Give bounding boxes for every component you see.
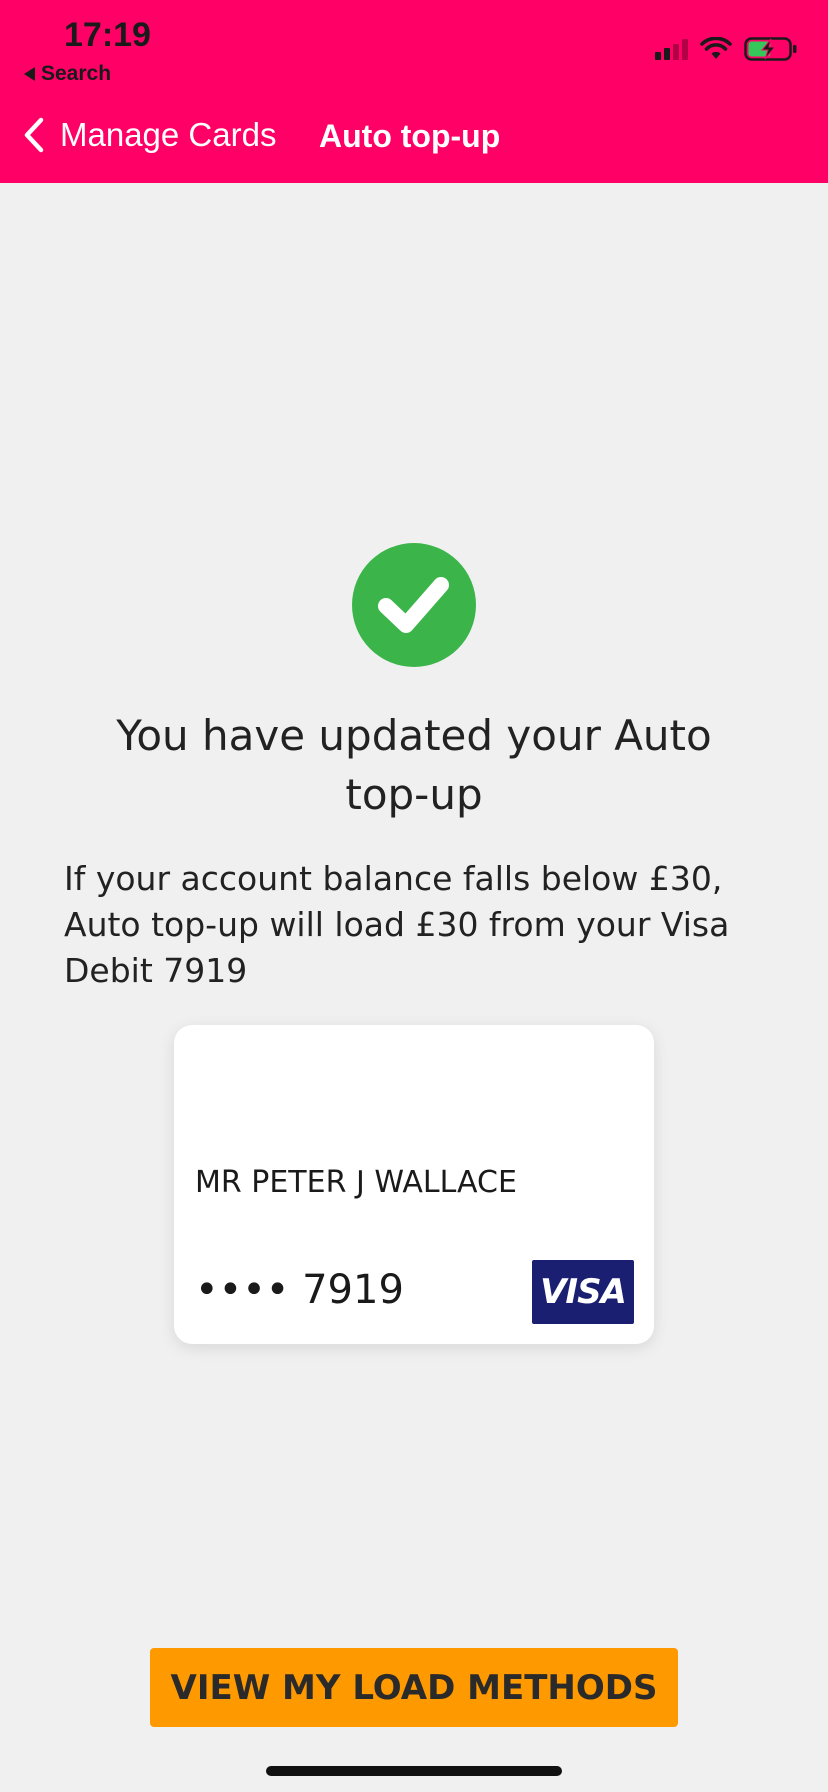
card-masked-number: •••• 7919 [195, 1267, 404, 1313]
confirmation-description: If your account balance falls below £30,… [64, 859, 730, 990]
success-badge [352, 543, 476, 667]
back-to-search-link[interactable]: Search [24, 62, 111, 86]
status-time: 17:19 [64, 16, 151, 54]
visa-logo-icon: VISA [532, 1260, 634, 1324]
wifi-icon [700, 37, 732, 59]
page-title: Auto top-up [319, 118, 501, 154]
view-load-methods-button[interactable]: VIEW MY LOAD METHODS [150, 1648, 678, 1727]
status-icons [655, 36, 798, 62]
app-header: 17:19 Search Manage Cards Auto top-up [0, 0, 828, 183]
back-triangle-icon [24, 67, 35, 81]
battery-charging-icon [744, 37, 797, 61]
payment-card: MR PETER J WALLACE •••• 7919 VISA [174, 1025, 654, 1344]
home-indicator[interactable] [266, 1766, 562, 1776]
card-holder-name: MR PETER J WALLACE [195, 1165, 517, 1200]
back-button-label: Manage Cards [60, 116, 277, 153]
cellular-signal-icon [655, 38, 688, 60]
chevron-left-icon [24, 117, 44, 153]
confirmation-heading: You have updated your Auto top-up [116, 711, 712, 819]
back-app-label: Search [41, 62, 112, 85]
checkmark-icon [378, 577, 449, 633]
back-button[interactable]: Manage Cards [22, 116, 276, 154]
